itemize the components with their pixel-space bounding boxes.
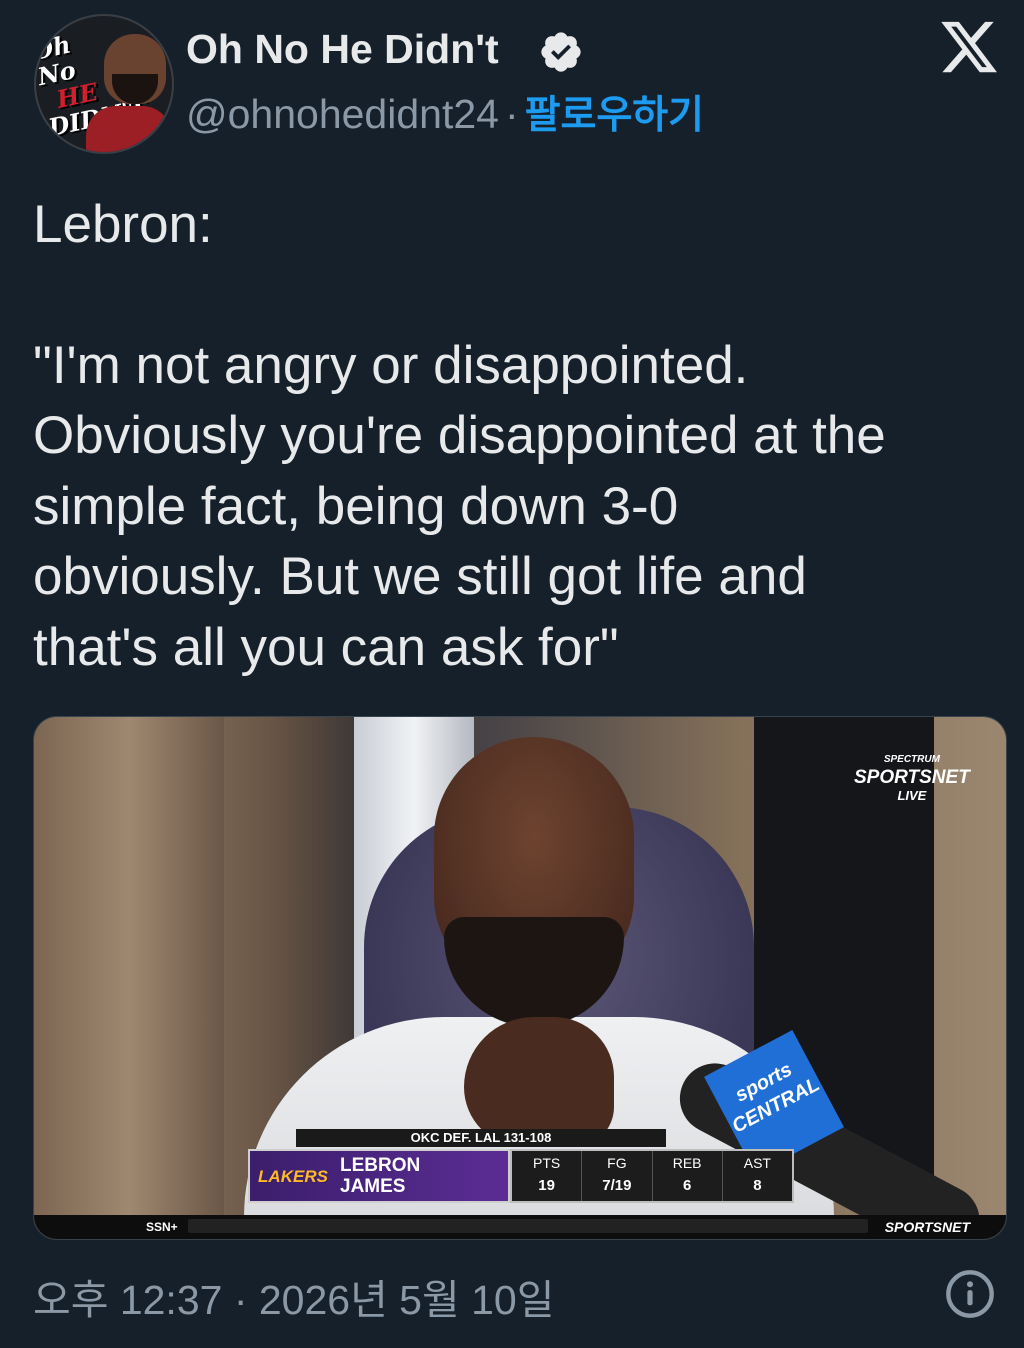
stat-label: FG	[607, 1155, 627, 1171]
stat-label: PTS	[533, 1155, 561, 1171]
game-result: OKC DEF. LAL 131-108	[296, 1129, 666, 1147]
avatar[interactable]: Oh No HE DIDN'T	[34, 14, 174, 154]
display-name[interactable]: Oh No He Didn't	[186, 26, 499, 73]
separator: ·	[504, 91, 519, 137]
stat-value: 19	[538, 1177, 555, 1194]
quote-line-1: "I'm not angry or disappointed.	[33, 335, 749, 395]
ticker-bar	[188, 1219, 868, 1233]
stat-box: PTS 19 FG 7/19 REB 6 AST 8	[510, 1149, 794, 1203]
tweet-timestamp[interactable]: 오후 12:37 · 2026년 5월 10일	[33, 1266, 554, 1326]
player-hand	[464, 1017, 614, 1147]
tweet-media-image[interactable]: sports CENTRAL SPECTRUM SPORTSNET LIVE O…	[33, 716, 1007, 1240]
ticker-ssn: SSN+	[146, 1220, 178, 1234]
stat-fg: FG 7/19	[582, 1151, 653, 1201]
player-last-name: JAMES	[340, 1176, 406, 1197]
stat-ast: AST 8	[723, 1151, 792, 1201]
quote-line-2: Obviously you're disappointed at the	[33, 406, 886, 465]
x-logo-icon[interactable]	[936, 16, 1002, 78]
quote-line-4: obviously. But we still got life and	[33, 547, 807, 606]
bug-line3: LIVE	[897, 788, 927, 803]
broadcast-ticker: SSN+ SPORTSNET	[34, 1215, 1006, 1239]
tweet-text: Lebron: "I'm not angry or disappointed. …	[33, 190, 993, 683]
tweet-header: Oh No HE DIDN'T Oh No He Didn't @ohnohed…	[0, 0, 1024, 160]
avatar-jersey	[86, 106, 172, 152]
stat-value: 6	[682, 1177, 692, 1194]
name-plate: LAKERS LEBRON JAMES	[248, 1149, 510, 1203]
quote-line-3: simple fact, being down 3-0	[33, 476, 679, 536]
verified-badge-icon[interactable]	[538, 29, 584, 75]
stat-value: 7/19	[602, 1177, 632, 1194]
stat-value: 8	[753, 1177, 762, 1194]
broadcast-bug: SPECTRUM SPORTSNET LIVE	[854, 751, 970, 805]
player-first-name: LEBRON	[340, 1155, 421, 1176]
bug-line2: SPORTSNET	[854, 767, 970, 788]
stat-label: AST	[743, 1155, 771, 1171]
lakers-logo: LAKERS	[258, 1167, 328, 1186]
locker-left	[34, 717, 224, 1239]
stat-pts: PTS 19	[512, 1151, 583, 1201]
stat-reb: REB 6	[653, 1151, 723, 1201]
lower-third: LAKERS LEBRON JAMES PTS 19 FG 7/19 REB 6…	[248, 1149, 794, 1203]
info-icon[interactable]	[944, 1268, 996, 1320]
tweet-intro: Lebron:	[33, 195, 213, 254]
handle[interactable]: @ohnohedidnt24	[186, 91, 499, 137]
handle-line: @ohnohedidnt24 · 팔로우하기	[186, 84, 704, 140]
player-name: LEBRON JAMES	[340, 1155, 420, 1197]
quote-line-5: that's all you can ask for"	[33, 617, 619, 677]
ticker-sportsnet: SPORTSNET	[884, 1219, 970, 1235]
follow-button[interactable]: 팔로우하기	[525, 93, 704, 138]
stat-label: REB	[672, 1155, 702, 1171]
